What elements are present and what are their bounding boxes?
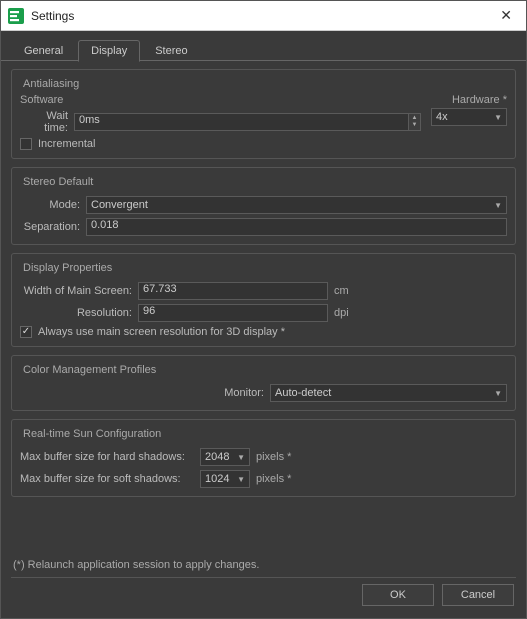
group-antialiasing: Antialiasing Software Wait time: 0ms ▲ ▼ [11, 69, 516, 159]
window-title: Settings [31, 9, 492, 23]
tab-general[interactable]: General [11, 40, 76, 61]
separation-label: Separation: [20, 221, 86, 233]
soft-shadow-unit: pixels * [256, 473, 291, 485]
group-title-stereo: Stereo Default [20, 176, 96, 188]
chevron-down-icon: ▼ [494, 113, 502, 122]
hard-shadow-label: Max buffer size for hard shadows: [20, 451, 200, 463]
chevron-down-icon: ▼ [494, 201, 502, 210]
monitor-value: Auto-detect [275, 387, 331, 399]
chevron-down-icon: ▼ [494, 389, 502, 398]
group-title-display-props: Display Properties [20, 262, 115, 274]
ok-button[interactable]: OK [362, 584, 434, 606]
hardware-label: Hardware * [431, 94, 507, 106]
wait-time-spinner[interactable]: ▲ ▼ [409, 113, 421, 131]
group-title-color: Color Management Profiles [20, 364, 159, 376]
soft-shadow-value: 1024 [205, 473, 229, 485]
width-unit: cm [334, 285, 349, 297]
resolution-unit: dpi [334, 307, 349, 319]
incremental-label: Incremental [38, 138, 95, 150]
width-label: Width of Main Screen: [20, 285, 138, 297]
resolution-label: Resolution: [20, 307, 138, 319]
wait-time-input[interactable]: 0ms [74, 113, 409, 131]
soft-shadow-label: Max buffer size for soft shadows: [20, 473, 200, 485]
hard-shadow-select[interactable]: 2048 ▼ [200, 448, 250, 466]
wait-time-label: Wait time: [20, 110, 74, 134]
close-icon[interactable]: ✕ [492, 7, 520, 24]
relaunch-note: (*) Relaunch application session to appl… [11, 553, 516, 577]
chevron-up-icon: ▲ [409, 115, 420, 122]
settings-window: Settings ✕ General Display Stereo Antial… [0, 0, 527, 619]
group-title-antialiasing: Antialiasing [20, 78, 82, 90]
app-icon [7, 7, 25, 25]
group-display-properties: Display Properties Width of Main Screen:… [11, 253, 516, 347]
cancel-button[interactable]: Cancel [442, 584, 514, 606]
group-stereo-default: Stereo Default Mode: Convergent ▼ Separa… [11, 167, 516, 245]
incremental-checkbox[interactable] [20, 138, 32, 150]
button-bar: OK Cancel [11, 577, 516, 612]
hardware-select[interactable]: 4x ▼ [431, 108, 507, 126]
hard-shadow-unit: pixels * [256, 451, 291, 463]
always-use-checkbox[interactable] [20, 326, 32, 338]
group-color-management: Color Management Profiles Monitor: Auto-… [11, 355, 516, 411]
monitor-select[interactable]: Auto-detect ▼ [270, 384, 507, 402]
tab-display[interactable]: Display [78, 40, 140, 62]
titlebar: Settings ✕ [1, 1, 526, 31]
mode-value: Convergent [91, 199, 148, 211]
tabbar: General Display Stereo [1, 31, 526, 61]
hard-shadow-value: 2048 [205, 451, 229, 463]
software-label: Software [20, 94, 421, 106]
width-input[interactable]: 67.733 [138, 282, 328, 300]
separation-input[interactable]: 0.018 [86, 218, 507, 236]
mode-label: Mode: [20, 199, 86, 211]
soft-shadow-select[interactable]: 1024 ▼ [200, 470, 250, 488]
tab-stereo[interactable]: Stereo [142, 40, 200, 61]
group-title-sun: Real-time Sun Configuration [20, 428, 164, 440]
chevron-down-icon: ▼ [237, 475, 245, 484]
hardware-value: 4x [436, 111, 448, 123]
chevron-down-icon: ▼ [409, 122, 420, 129]
resolution-input[interactable]: 96 [138, 304, 328, 322]
settings-body: Antialiasing Software Wait time: 0ms ▲ ▼ [1, 60, 526, 618]
group-sun-config: Real-time Sun Configuration Max buffer s… [11, 419, 516, 497]
chevron-down-icon: ▼ [237, 453, 245, 462]
always-use-label: Always use main screen resolution for 3D… [38, 326, 285, 338]
mode-select[interactable]: Convergent ▼ [86, 196, 507, 214]
monitor-label: Monitor: [20, 387, 270, 399]
